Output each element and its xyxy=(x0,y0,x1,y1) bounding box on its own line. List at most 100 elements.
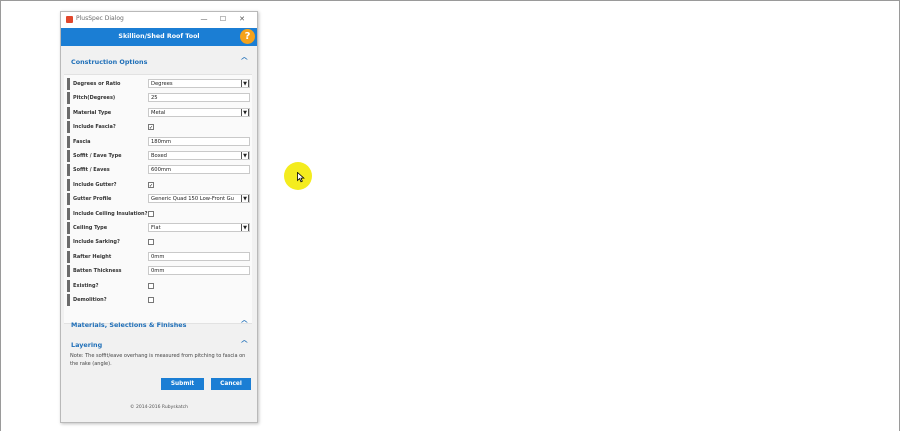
field-label: Gutter Profile xyxy=(73,196,112,203)
form-row: Gutter Profile Generic Quad 150 Low-Front… xyxy=(64,193,252,206)
chevron-down-icon[interactable]: ▼ xyxy=(241,195,249,203)
chevron-up-icon[interactable]: ^ xyxy=(240,320,249,328)
text-input[interactable]: 0mm xyxy=(148,251,250,261)
mouse-pointer-icon xyxy=(297,172,305,183)
maximize-button[interactable]: ☐ xyxy=(218,14,228,24)
field-label: Rafter Height xyxy=(73,253,112,260)
chevron-up-icon[interactable]: ^ xyxy=(240,57,249,65)
text-input[interactable]: 25 xyxy=(148,93,250,103)
field-value: 180mm xyxy=(151,138,172,145)
form-row: Degrees or Ratio Degrees ▼ xyxy=(64,78,252,90)
field-label: Include Gutter? xyxy=(73,181,117,188)
field-value: Degrees xyxy=(151,81,173,87)
close-button[interactable]: ✕ xyxy=(237,14,247,24)
section-construction-options[interactable]: Construction Options xyxy=(71,58,147,66)
row-marker xyxy=(67,265,70,278)
field-label: Pitch(Degrees) xyxy=(73,95,116,102)
construction-options-panel: Degrees or Ratio Degrees ▼ Pitch(Degrees) 25… xyxy=(64,74,252,324)
field-value: Boxed xyxy=(151,153,167,159)
field-value: 0mm xyxy=(151,253,165,260)
field-label: Ceiling Type xyxy=(73,225,108,231)
dropdown-select[interactable]: Degrees ▼ xyxy=(148,79,250,88)
dropdown-select[interactable]: Flat ▼ xyxy=(148,223,250,232)
field-value: Flat xyxy=(151,225,161,231)
row-marker xyxy=(67,106,70,119)
text-input[interactable]: 180mm xyxy=(148,136,250,146)
text-input[interactable]: 0mm xyxy=(148,266,250,276)
checkbox[interactable] xyxy=(148,239,154,246)
help-button[interactable]: ? xyxy=(240,29,255,44)
field-value: 600mm xyxy=(151,167,172,174)
app-icon xyxy=(66,16,73,23)
submit-button[interactable]: Submit xyxy=(161,378,204,390)
form-row: Fascia 180mm xyxy=(64,135,252,148)
form-row: Include Fascia? ✓ xyxy=(64,121,252,134)
row-marker xyxy=(67,178,70,191)
form-row: Demolition? xyxy=(64,294,252,306)
chevron-down-icon[interactable]: ▼ xyxy=(241,152,249,159)
field-label: Include Sarking? xyxy=(73,239,120,246)
field-label: Demolition? xyxy=(73,297,107,303)
row-marker xyxy=(67,150,70,162)
window-title: PlusSpec Dialog xyxy=(76,15,124,22)
row-marker xyxy=(67,207,70,220)
field-label: Degrees or Ratio xyxy=(73,81,121,87)
field-label: Include Ceiling Insulation? xyxy=(73,210,148,217)
form-row: Rafter Height 0mm xyxy=(64,250,252,263)
minimize-button[interactable]: — xyxy=(199,14,209,24)
checkbox[interactable] xyxy=(148,210,154,217)
row-marker xyxy=(67,78,70,90)
field-value: Generic Quad 150 Low-Front Gu xyxy=(151,196,234,203)
form-row: Include Ceiling Insulation? xyxy=(64,207,252,220)
text-input[interactable]: 600mm xyxy=(148,165,250,175)
row-marker xyxy=(67,222,70,234)
field-label: Soffit / Eaves xyxy=(73,167,110,174)
checkbox[interactable] xyxy=(148,282,154,289)
section-layering[interactable]: Layering xyxy=(71,341,102,349)
row-marker xyxy=(67,164,70,177)
row-marker xyxy=(67,250,70,263)
tool-title: Skillion/Shed Roof Tool xyxy=(118,33,200,40)
form-row: Pitch(Degrees) 25 xyxy=(64,92,252,105)
form-row: Ceiling Type Flat ▼ xyxy=(64,222,252,234)
row-marker xyxy=(67,92,70,105)
checkbox[interactable]: ✓ xyxy=(148,181,154,189)
field-value: Metal xyxy=(151,109,166,116)
tool-banner: Skillion/Shed Roof Tool ? xyxy=(61,28,257,46)
field-label: Material Type xyxy=(73,109,112,116)
dropdown-select[interactable]: Boxed ▼ xyxy=(148,151,250,160)
row-marker xyxy=(67,236,70,249)
field-label: Batten Thickness xyxy=(73,268,122,275)
form-row: Existing? xyxy=(64,279,252,292)
field-label: Fascia xyxy=(73,138,91,145)
form-row: Batten Thickness 0mm xyxy=(64,265,252,278)
field-value: 25 xyxy=(151,95,158,102)
field-label: Soffit / Eave Type xyxy=(73,153,122,159)
chevron-down-icon[interactable]: ▼ xyxy=(241,80,249,87)
dropdown-select[interactable]: Metal ▼ xyxy=(148,107,250,117)
plusspec-dialog: PlusSpec Dialog — ☐ ✕ Skillion/Shed Roof… xyxy=(60,11,258,423)
field-value: 0mm xyxy=(151,268,165,275)
cancel-button[interactable]: Cancel xyxy=(211,378,251,390)
row-marker xyxy=(67,294,70,306)
form-row: Include Gutter? ✓ xyxy=(64,178,252,191)
form-row: Include Sarking? xyxy=(64,236,252,249)
form-row: Soffit / Eaves 600mm xyxy=(64,164,252,177)
field-label: Existing? xyxy=(73,282,99,289)
section-materials[interactable]: Materials, Selections & Finishes xyxy=(71,321,186,329)
row-marker xyxy=(67,121,70,134)
checkbox[interactable]: ✓ xyxy=(148,124,154,131)
row-marker xyxy=(67,193,70,206)
copyright-footer: © 2014-2016 Rubyskatch xyxy=(130,405,188,410)
window-titlebar[interactable]: PlusSpec Dialog — ☐ ✕ xyxy=(61,12,257,28)
chevron-down-icon[interactable]: ▼ xyxy=(241,108,249,116)
row-marker xyxy=(67,135,70,148)
form-row: Material Type Metal ▼ xyxy=(64,106,252,119)
field-label: Include Fascia? xyxy=(73,124,116,131)
note-text: Note: The soffit/eave overhang is measur… xyxy=(70,353,246,367)
dropdown-select[interactable]: Generic Quad 150 Low-Front Gu ▼ xyxy=(148,194,250,204)
chevron-down-icon[interactable]: ▼ xyxy=(241,224,249,231)
chevron-up-icon[interactable]: ^ xyxy=(240,340,249,348)
form-row: Soffit / Eave Type Boxed ▼ xyxy=(64,150,252,162)
checkbox[interactable] xyxy=(148,297,154,303)
